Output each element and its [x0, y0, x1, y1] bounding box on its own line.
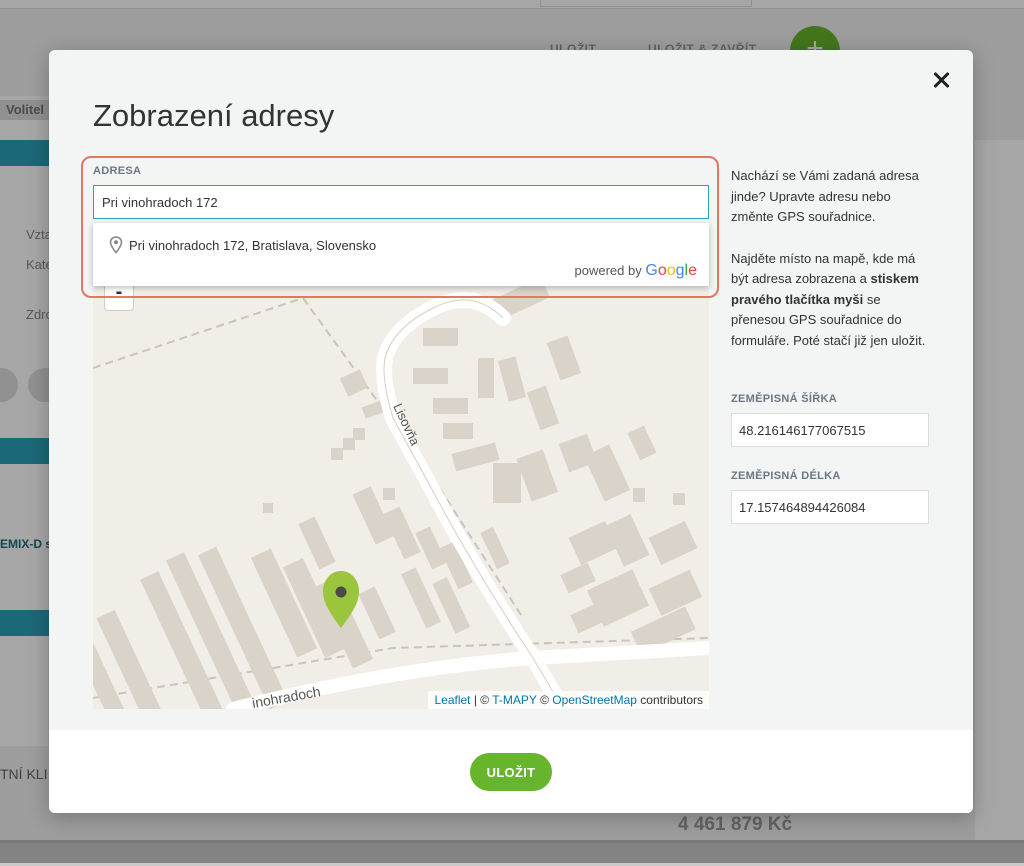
instructions-text: Nachází se Vámi zadaná adresa jinde? Upr…: [731, 166, 927, 372]
close-icon[interactable]: [929, 68, 953, 92]
longitude-input[interactable]: [731, 490, 929, 524]
latitude-label: ZEMĚPISNÁ ŠÍŘKA: [731, 393, 837, 405]
latitude-input[interactable]: [731, 413, 929, 447]
longitude-label: ZEMĚPISNÁ DÉLKA: [731, 470, 841, 482]
modal-footer: ULOŽIT: [49, 730, 973, 813]
powered-by-google: powered by Google: [575, 262, 697, 280]
map[interactable]: Lisovňa inohradoch Leaflet | © T-MAPY © …: [93, 278, 709, 709]
instructions-paragraph-2: Najděte místo na mapě, kde má být adresa…: [731, 250, 926, 348]
instructions-paragraph-1: Nachází se Vámi zadaná adresa jinde? Upr…: [731, 168, 919, 224]
leaflet-link[interactable]: Leaflet: [434, 693, 470, 707]
address-input[interactable]: [93, 185, 709, 219]
address-modal: Zobrazení adresy Lisovňa inohradoch Leaf…: [49, 50, 973, 813]
powered-by-text: powered by: [574, 263, 642, 278]
tmapy-link[interactable]: T-MAPY: [492, 693, 536, 707]
osm-link[interactable]: OpenStreetMap: [552, 693, 637, 707]
attribution-separator: | ©: [470, 693, 493, 707]
attribution-contributors: contributors: [636, 693, 703, 707]
modal-title: Zobrazení adresy: [93, 98, 335, 133]
attribution-separator: ©: [536, 693, 553, 707]
address-suggestion-text: Pri vinohradoch 172, Bratislava, Slovens…: [129, 237, 377, 253]
location-pin-icon: [109, 236, 123, 254]
save-button[interactable]: ULOŽIT: [470, 753, 552, 791]
address-autocomplete-dropdown: Pri vinohradoch 172, Bratislava, Slovens…: [93, 223, 709, 286]
google-logo: Google: [645, 262, 697, 279]
address-label: ADRESA: [93, 165, 142, 177]
map-attribution: Leaflet | © T-MAPY © OpenStreetMap contr…: [428, 691, 709, 709]
address-suggestion-item[interactable]: Pri vinohradoch 172, Bratislava, Slovens…: [109, 236, 376, 254]
map-tiles[interactable]: Lisovňa inohradoch: [93, 278, 709, 709]
